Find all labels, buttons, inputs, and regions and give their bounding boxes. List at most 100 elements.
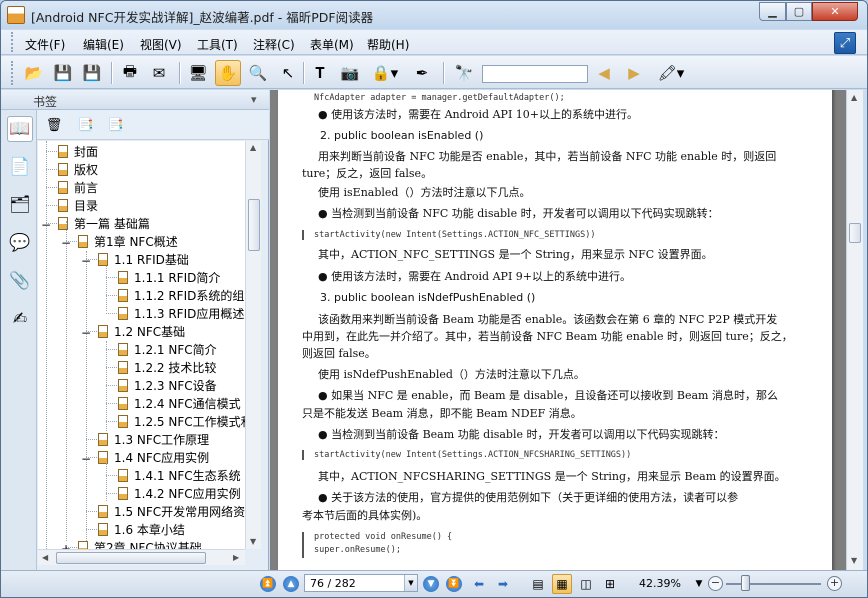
zoom-slider-thumb[interactable] (741, 575, 750, 591)
save-as-icon[interactable]: 💾 (79, 60, 105, 86)
scroll-up-icon[interactable]: ▲ (851, 93, 857, 102)
close-button[interactable]: ✕ (812, 2, 858, 21)
layers-tab-icon[interactable]: 🗂 (7, 192, 33, 218)
page-bookmark-icon (118, 486, 128, 500)
signatures-tab-icon[interactable]: ✍ (7, 306, 33, 332)
bookmark-item[interactable]: 1.2.4 NFC通信模式 (118, 394, 241, 412)
zoom-dropdown-icon[interactable]: ▼ (689, 574, 709, 594)
menu-item[interactable]: 编辑(E) (83, 36, 124, 53)
bookmark-item[interactable]: 前言 (58, 178, 98, 196)
zoom-in-icon[interactable]: + (827, 576, 842, 591)
bookmark-item[interactable]: 1.2.3 NFC设备 (118, 376, 217, 394)
bookmark-item[interactable]: 第一篇 基础篇 (58, 214, 150, 232)
prev-find-icon[interactable]: ◀ (591, 60, 617, 86)
scroll-left-icon[interactable]: ◀ (42, 553, 48, 562)
document-vertical-scrollbar[interactable]: ▲ ▼ (846, 90, 863, 570)
scroll-up-icon[interactable]: ▲ (250, 143, 256, 152)
bookmark-item[interactable]: 第2章 NFC协议基础 (78, 538, 202, 549)
scroll-thumb[interactable] (248, 199, 260, 251)
document-view[interactable]: NfcAdapter adapter = manager.getDefaultA… (270, 90, 846, 570)
back-arrow-icon[interactable]: ⬅ (469, 574, 489, 594)
rms-icon[interactable]: 🔒▾ (367, 60, 403, 86)
bookmark-item[interactable]: 1.1.1 RFID简介 (118, 268, 220, 286)
bookmark-item[interactable]: 1.4 NFC应用实例 (98, 448, 209, 466)
menu-item[interactable]: 工具(T) (197, 36, 238, 53)
expand-toggle-icon[interactable]: + (61, 542, 71, 549)
tree-vertical-scrollbar[interactable]: ▲ ▼ (245, 141, 261, 549)
attachments-tab-icon[interactable]: 📎 (7, 268, 33, 294)
page-number-input[interactable]: 76 / 282 (304, 574, 418, 592)
bookmark-item[interactable]: 1.2.2 技术比较 (118, 358, 216, 376)
find-input[interactable] (482, 65, 588, 83)
next-page-icon[interactable]: ▼ (423, 576, 439, 592)
bookmark-item[interactable]: 封面 (58, 142, 98, 160)
menu-item[interactable]: 文件(F) (25, 36, 65, 53)
scroll-thumb[interactable] (849, 223, 861, 243)
forward-arrow-icon[interactable]: ➡ (493, 574, 513, 594)
section-heading: 2. public boolean isEnabled () (320, 129, 484, 142)
snapshot-icon[interactable]: 📷 (337, 60, 363, 86)
hand-tool-icon[interactable]: ✋ (215, 60, 241, 86)
continuous-view-icon[interactable]: ▦ (552, 574, 572, 594)
select-arrow-icon[interactable]: ↖ (275, 60, 301, 86)
zoom-in-tool-icon[interactable]: 🔍 (245, 60, 271, 86)
bookmark-item[interactable]: 1.4.2 NFC应用实例 (118, 484, 241, 502)
find-binoculars-icon[interactable]: 🔭 (451, 60, 477, 86)
prev-page-icon[interactable]: ▲ (283, 576, 299, 592)
menu-item[interactable]: 视图(V) (140, 36, 182, 53)
add-bookmark-icon[interactable]: 📑 (77, 116, 95, 134)
bookmark-item[interactable]: 1.2.5 NFC工作模式和 (118, 412, 245, 430)
open-folder-icon[interactable]: 📂 (21, 60, 47, 86)
next-find-icon[interactable]: ▶ (621, 60, 647, 86)
menu-item[interactable]: 注释(C) (253, 36, 295, 53)
panel-close-icon[interactable]: ▾ (251, 93, 257, 106)
bookmark-label: 版权 (74, 162, 99, 177)
print-icon[interactable]: 🖶 (117, 60, 143, 86)
menubar-grip[interactable] (11, 32, 14, 52)
menu-item[interactable]: 表单(M) (310, 36, 354, 53)
bookmark-item[interactable]: 1.1 RFID基础 (98, 250, 189, 268)
save-icon[interactable]: 💾 (50, 60, 76, 86)
continuous-facing-view-icon[interactable]: ⊞ (600, 574, 620, 594)
comments-tab-icon[interactable]: 💬 (7, 230, 33, 256)
add-child-bookmark-icon[interactable]: 📑 (107, 116, 125, 134)
first-page-icon[interactable]: ⏫ (260, 576, 276, 592)
bookmark-item[interactable]: 第1章 NFC概述 (78, 232, 178, 250)
single-page-view-icon[interactable]: ▤ (528, 574, 548, 594)
minimize-button[interactable]: ▁ (759, 2, 786, 21)
scroll-thumb[interactable] (56, 552, 206, 564)
highlight-icon[interactable]: 🖍▾ (653, 60, 689, 86)
menu-item[interactable]: 帮助(H) (367, 36, 409, 53)
tree-connector (106, 277, 117, 278)
bookmark-item[interactable]: 1.1.3 RFID应用概述 (118, 304, 244, 322)
zoom-out-icon[interactable]: − (708, 576, 723, 591)
maximize-button[interactable]: ▢ (786, 2, 812, 21)
scroll-right-icon[interactable]: ▶ (233, 553, 239, 562)
delete-bookmark-icon[interactable]: 🗑 (45, 116, 63, 134)
page-dropdown-icon[interactable]: ▼ (404, 575, 417, 591)
tree-horizontal-scrollbar[interactable]: ◀ ▶ (38, 549, 245, 565)
bookmark-item[interactable]: 1.3 NFC工作原理 (98, 430, 209, 448)
scroll-down-icon[interactable]: ▼ (250, 537, 256, 546)
bookmark-tab-icon[interactable]: 📖 (7, 116, 33, 142)
email-icon[interactable]: ✉ (146, 60, 172, 86)
bookmark-item[interactable]: 1.2.1 NFC简介 (118, 340, 217, 358)
facing-view-icon[interactable]: ◫ (576, 574, 596, 594)
fullscreen-icon[interactable]: 🖥 (185, 60, 211, 86)
toolbar-grip[interactable] (11, 61, 14, 85)
last-page-icon[interactable]: ⏬ (446, 576, 462, 592)
bookmark-item[interactable]: 1.1.2 RFID系统的组 (118, 286, 244, 304)
bookmark-item[interactable]: 版权 (58, 160, 98, 178)
paragraph-line: ● 如果当 NFC 是 enable，而 Beam 是 disable，且设备还… (318, 389, 778, 402)
bookmark-item[interactable]: 目录 (58, 196, 98, 214)
paragraph-line: ● 当检测到当前设备 NFC 功能 disable 时，开发者可以调用以下代码实… (318, 207, 719, 220)
bookmark-item[interactable]: 1.4.1 NFC生态系统 (118, 466, 241, 484)
text-select-icon[interactable]: 𝐓 (307, 60, 333, 86)
bookmark-item[interactable]: 1.2 NFC基础 (98, 322, 185, 340)
expand-icon[interactable]: ⤢ (834, 32, 856, 54)
sign-icon[interactable]: ✒ (409, 60, 435, 86)
bookmark-item[interactable]: 1.6 本章小结 (98, 520, 185, 538)
bookmark-item[interactable]: 1.5 NFC开发常用网络资 (98, 502, 245, 520)
pages-tab-icon[interactable]: 📄 (7, 154, 33, 180)
scroll-down-icon[interactable]: ▼ (851, 556, 857, 565)
